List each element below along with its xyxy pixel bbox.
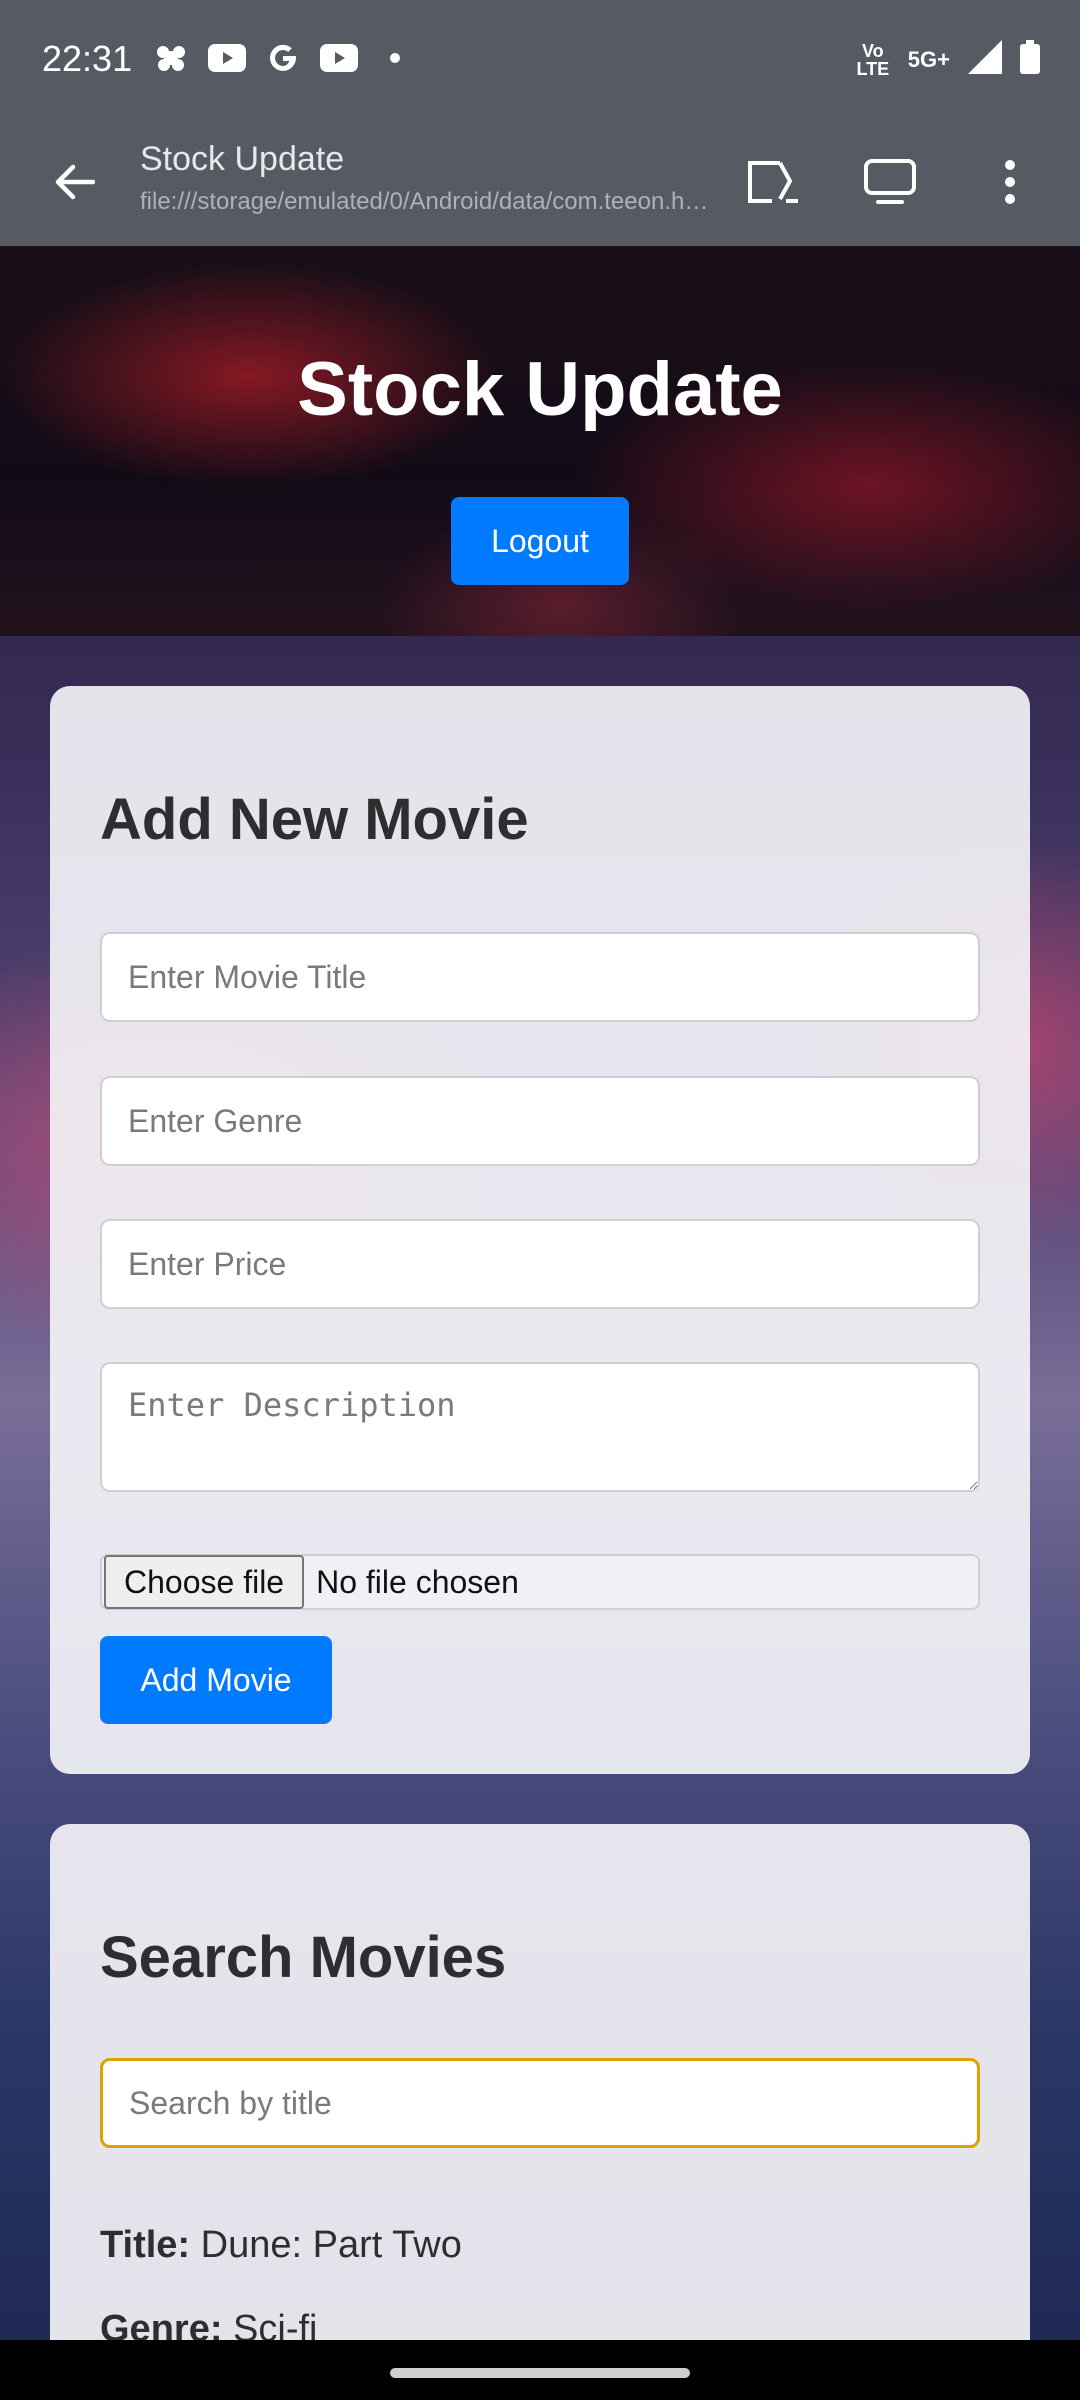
open-external-button[interactable] (740, 150, 804, 214)
genre-input[interactable] (100, 1076, 980, 1166)
back-button[interactable] (44, 152, 104, 212)
movie-title-input[interactable] (100, 932, 980, 1022)
choose-file-button[interactable]: Choose file (104, 1555, 305, 1609)
page-title: Stock Update (297, 347, 783, 432)
result-title: Title: Dune: Part Two (100, 2224, 462, 2267)
open-external-icon (748, 161, 798, 203)
logout-button[interactable]: Logout (451, 497, 629, 585)
clock: 22:31 (42, 38, 133, 79)
web-page: Stock Update Logout Add New Movie Choose… (0, 246, 1080, 2340)
file-input[interactable]: Choose file No file chosen (100, 1554, 980, 1610)
pinwheel-icon (152, 42, 190, 74)
battery-icon (1020, 40, 1040, 79)
more-vert-icon (1005, 160, 1015, 204)
description-textarea[interactable] (100, 1362, 980, 1492)
home-gesture-handle[interactable] (390, 2368, 690, 2378)
desktop-mode-button[interactable] (858, 150, 922, 214)
result-genre: Genre: Sci-fi (100, 2308, 318, 2340)
result-title-label: Title: (100, 2224, 191, 2266)
add-movie-heading: Add New Movie (100, 787, 529, 852)
signal-icon (968, 40, 1002, 79)
notification-icons (152, 42, 414, 74)
overflow-menu-button[interactable] (978, 150, 1042, 214)
result-title-value: Dune: Part Two (200, 2224, 462, 2266)
google-icon (264, 42, 302, 74)
volte-indicator: Vo LTE (856, 40, 890, 79)
search-input[interactable] (100, 2058, 980, 2148)
search-heading: Search Movies (100, 1925, 507, 1990)
page-header: Stock Update Logout (0, 246, 1080, 636)
system-icons: Vo LTE 5G+ (856, 40, 1040, 79)
file-status: No file chosen (316, 1563, 519, 1600)
price-input[interactable] (100, 1219, 980, 1309)
toolbar-title: Stock Update (140, 140, 345, 178)
navigation-bar (0, 2340, 1080, 2400)
monitor-icon (864, 159, 916, 204)
youtube-icon (208, 42, 246, 74)
result-genre-label: Genre: (100, 2308, 223, 2340)
search-card: Search Movies Title: Dune: Part Two Genr… (50, 1824, 1030, 2340)
add-movie-card: Add New Movie Choose file No file chosen… (50, 686, 1030, 1774)
dot-icon (376, 42, 414, 74)
toolbar-url: file:///storage/emulated/0/Android/data/… (140, 188, 710, 215)
app-toolbar: Stock Update file:///storage/emulated/0/… (0, 122, 1080, 246)
youtube-icon (320, 42, 358, 74)
result-genre-value: Sci-fi (233, 2308, 318, 2340)
back-arrow-icon (55, 164, 95, 200)
add-movie-button[interactable]: Add Movie (100, 1636, 332, 1724)
5g-indicator: 5G+ (907, 46, 950, 72)
status-bar: 22:31 Vo LTE 5G+ (0, 0, 1080, 122)
